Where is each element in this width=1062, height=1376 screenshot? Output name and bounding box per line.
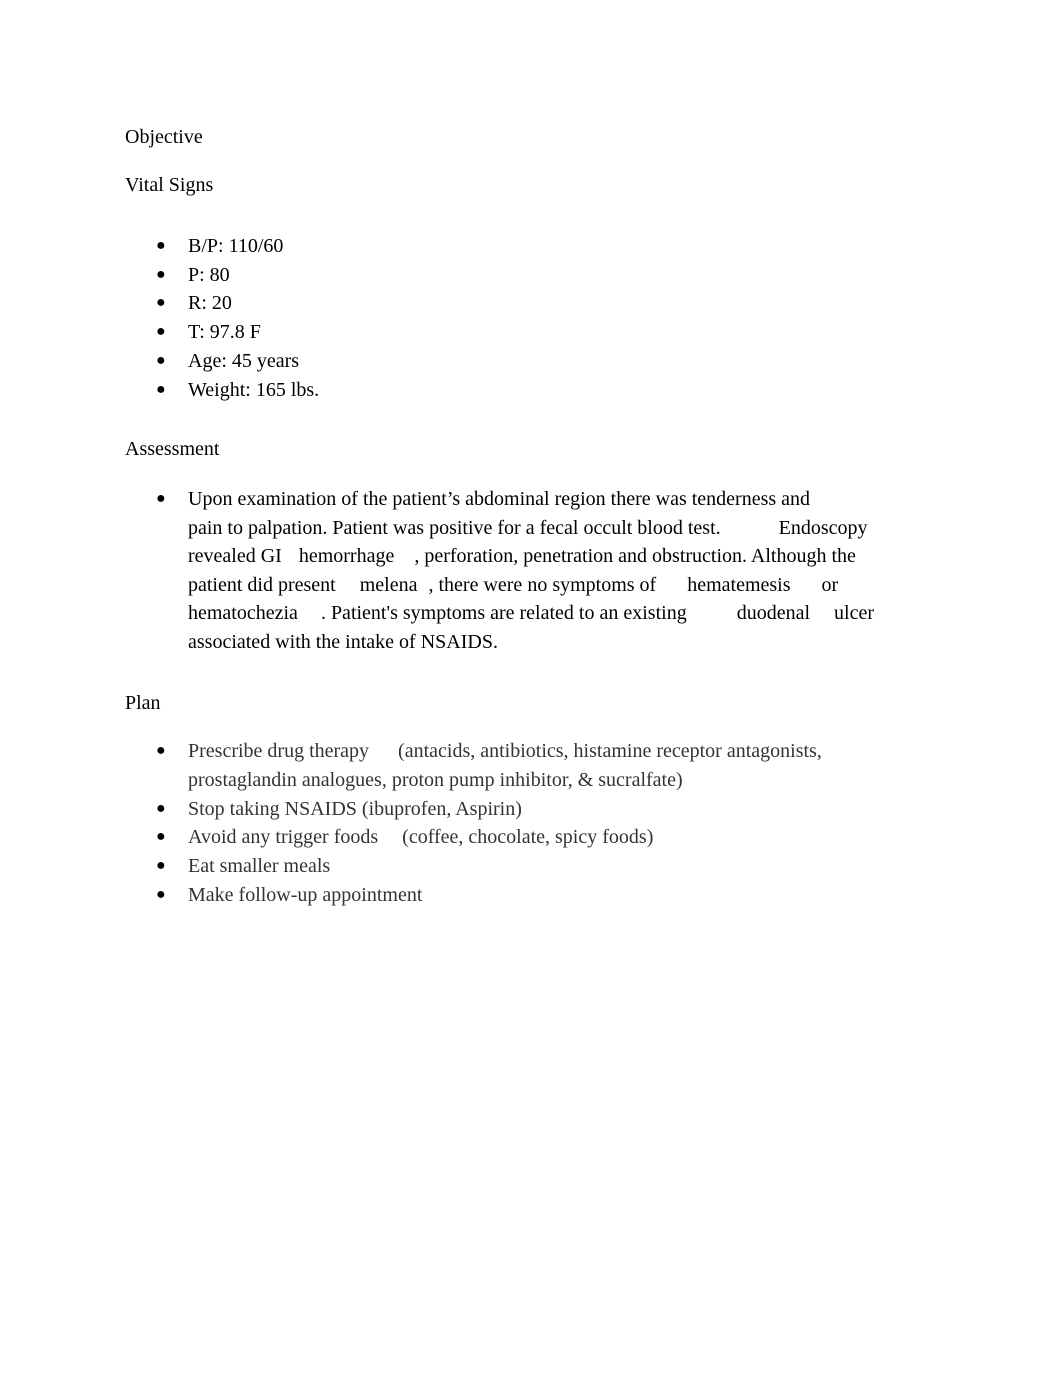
vital-bp: B/P: 110/60 [188,235,284,257]
assessment-line: patient did present melena, there were no… [188,573,839,596]
document-page: Objective Vital Signs ● B/P: 110/60 ● P: 8… [0,0,1062,1376]
plan-item-follow-up: ● Make follow-up appointment [0,881,908,910]
assessment-list: ● Upon examination of the patient’s abdo… [0,485,908,656]
list-item: ● P: 80 [0,261,908,290]
vital-temperature: T: 97.8 F [188,321,261,344]
vital-respiration: R: 20 [188,292,232,315]
bullet-icon: ● [156,742,166,759]
plan-item-avoid-trigger-foods: ● Avoid any trigger foods (coffee, chocol… [0,823,908,852]
bullet-icon: ● [156,380,166,398]
vital-age: Age: 45 years [188,349,300,372]
bullet-icon: ● [156,799,166,817]
plan-item-stop-nsaids: ● Stop taking NSAIDS (ibuprofen, Aspirin… [0,795,908,824]
bullet-icon: ● [156,490,166,507]
bullet-icon: ● [156,828,166,846]
list-item: ● Age: 45 years [0,347,908,376]
plan-item-smaller-meals: ● Eat smaller meals [0,852,908,881]
bullet-icon: ● [156,885,166,903]
bullet-icon: ● [156,351,166,369]
term-melena: melena [359,573,418,596]
bullet-icon: ● [156,237,166,254]
term-hematochezia: hematochezia [188,602,298,624]
vital-weight: Weight: 165 lbs. [188,378,320,401]
assessment-line: hematochezia. Patient's symptoms are rel… [188,602,874,624]
term-hematemesis: hematemesis [687,573,791,596]
term-ulcer: ulcer [834,602,874,624]
bullet-icon: ● [156,265,166,283]
term-hemorrhage: hemorrhage [298,545,395,567]
vital-pulse: P: 80 [188,263,230,286]
plan-heading: Plan [125,692,161,714]
bullet-icon: ● [156,294,166,312]
assessment-line: Upon examination of the patient’s abdomi… [188,488,811,510]
objective-heading: Objective [125,126,203,148]
assessment-line: pain to palpation. Patient was positive … [188,516,868,539]
list-item: ● R: 20 [0,289,908,318]
term-endoscopy: Endoscopy [778,516,868,539]
assessment-line: associated with the intake of NSAIDS. [188,630,498,653]
plan-item-drug-therapy: ● Prescribe drug therapy (antacids, antib… [0,737,908,795]
vital-signs-list: ● B/P: 110/60 ● P: 80 ● R: 20 ● T: 97.8 F ● A… [0,232,908,404]
vital-signs-heading: Vital Signs [125,174,214,196]
list-item: ● B/P: 110/60 [0,232,908,261]
assessment-heading: Assessment [125,438,220,460]
assessment-paragraph: ● Upon examination of the patient’s abdo… [0,485,908,656]
list-item: ● T: 97.8 F [0,318,908,347]
bullet-icon: ● [156,857,166,875]
plan-list: ● Prescribe drug therapy (antacids, antib… [0,737,908,910]
assessment-line: revealed GI hemorrhage, perforation, pene… [188,545,856,567]
list-item: ● Weight: 165 lbs. [0,376,908,405]
term-duodenal: duodenal [736,602,811,624]
bullet-icon: ● [156,323,166,341]
